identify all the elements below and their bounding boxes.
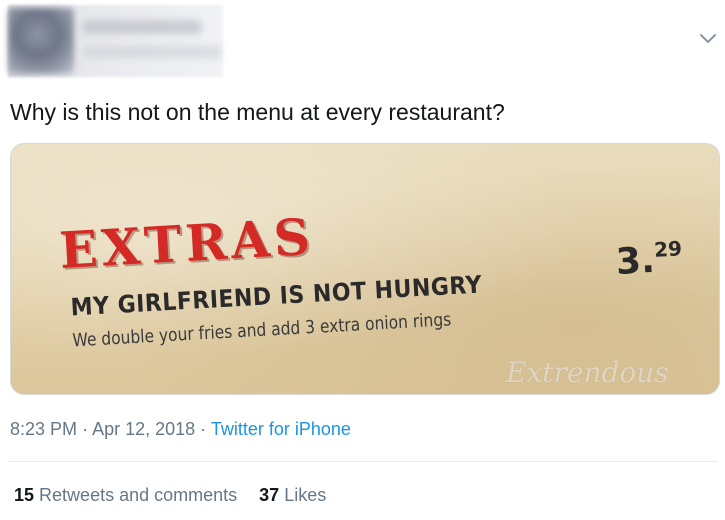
menu-item-price: 3.29: [614, 236, 684, 283]
retweets-count: 15: [14, 485, 35, 505]
divider: [8, 461, 718, 462]
meta-separator: ·: [82, 419, 89, 439]
tweet-text: Why is this not on the menu at every res…: [10, 99, 505, 125]
avatar[interactable]: [8, 8, 74, 74]
tweet-media-image[interactable]: EXTRAS MY GIRLFRIEND IS NOT HUNGRY We do…: [10, 143, 720, 395]
tweet-source-link[interactable]: Twitter for iPhone: [211, 419, 351, 439]
likes-stat[interactable]: 37 Likes: [259, 485, 326, 505]
retweets-stat[interactable]: 15 Retweets and comments: [14, 485, 237, 505]
menu-heading: EXTRAS: [57, 206, 316, 280]
tweet-meta: 8:23 PM · Apr 12, 2018 · Twitter for iPh…: [10, 419, 351, 440]
meta-separator: ·: [200, 419, 207, 439]
likes-label: Likes: [284, 485, 327, 505]
likes-count: 37: [259, 485, 280, 505]
retweets-label: Retweets and comments: [39, 485, 238, 505]
watermark: Extrendous: [506, 356, 669, 389]
tweet-stats: 15 Retweets and comments 37 Likes: [14, 485, 326, 506]
tweet-time[interactable]: 8:23 PM: [10, 419, 77, 439]
price-cents: 29: [653, 236, 683, 262]
display-name-blurred[interactable]: [82, 20, 202, 34]
tweet-date[interactable]: Apr 12, 2018: [92, 419, 195, 439]
price-main: 3.: [614, 239, 656, 283]
chevron-down-icon[interactable]: [698, 32, 718, 46]
handle-blurred[interactable]: [82, 46, 222, 58]
